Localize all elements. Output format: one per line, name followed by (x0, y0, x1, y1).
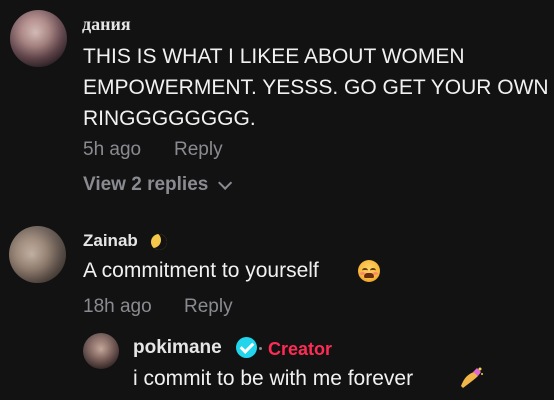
reply-username[interactable]: pokimane (133, 337, 222, 359)
avatar[interactable] (9, 226, 66, 283)
avatar[interactable] (83, 333, 119, 369)
nail-polish-icon (461, 367, 483, 388)
comment-timestamp: 5h ago (83, 139, 142, 160)
comment-text: THIS IS WHAT I LIKEE ABOUT WOMEN EMPOWER… (83, 45, 549, 130)
view-replies-button[interactable]: View 2 replies (83, 174, 233, 196)
avatar-shade (9, 226, 66, 283)
verified-check-icon (236, 337, 257, 358)
avatar-shade (10, 10, 67, 67)
crescent-moon-icon (151, 234, 167, 250)
reply-button[interactable]: Reply (184, 296, 233, 318)
weary-face-icon (358, 260, 380, 282)
face-mouth (364, 273, 374, 278)
creator-badge: Creator (268, 339, 333, 359)
view-replies-label: View 2 replies (83, 174, 209, 195)
reply-text: i commit to be with me forever (133, 367, 414, 390)
comment-timestamp: 18h ago (83, 296, 152, 317)
comment-username[interactable]: дания (82, 14, 131, 35)
comment-username[interactable]: Zainab (83, 231, 138, 251)
comment-text: A commitment to yourself (83, 259, 319, 282)
reply-button[interactable]: Reply (174, 139, 223, 161)
avatar-shade (83, 333, 119, 369)
chevron-down-icon (218, 175, 233, 190)
separator-dot (259, 347, 262, 350)
avatar[interactable] (10, 10, 67, 67)
